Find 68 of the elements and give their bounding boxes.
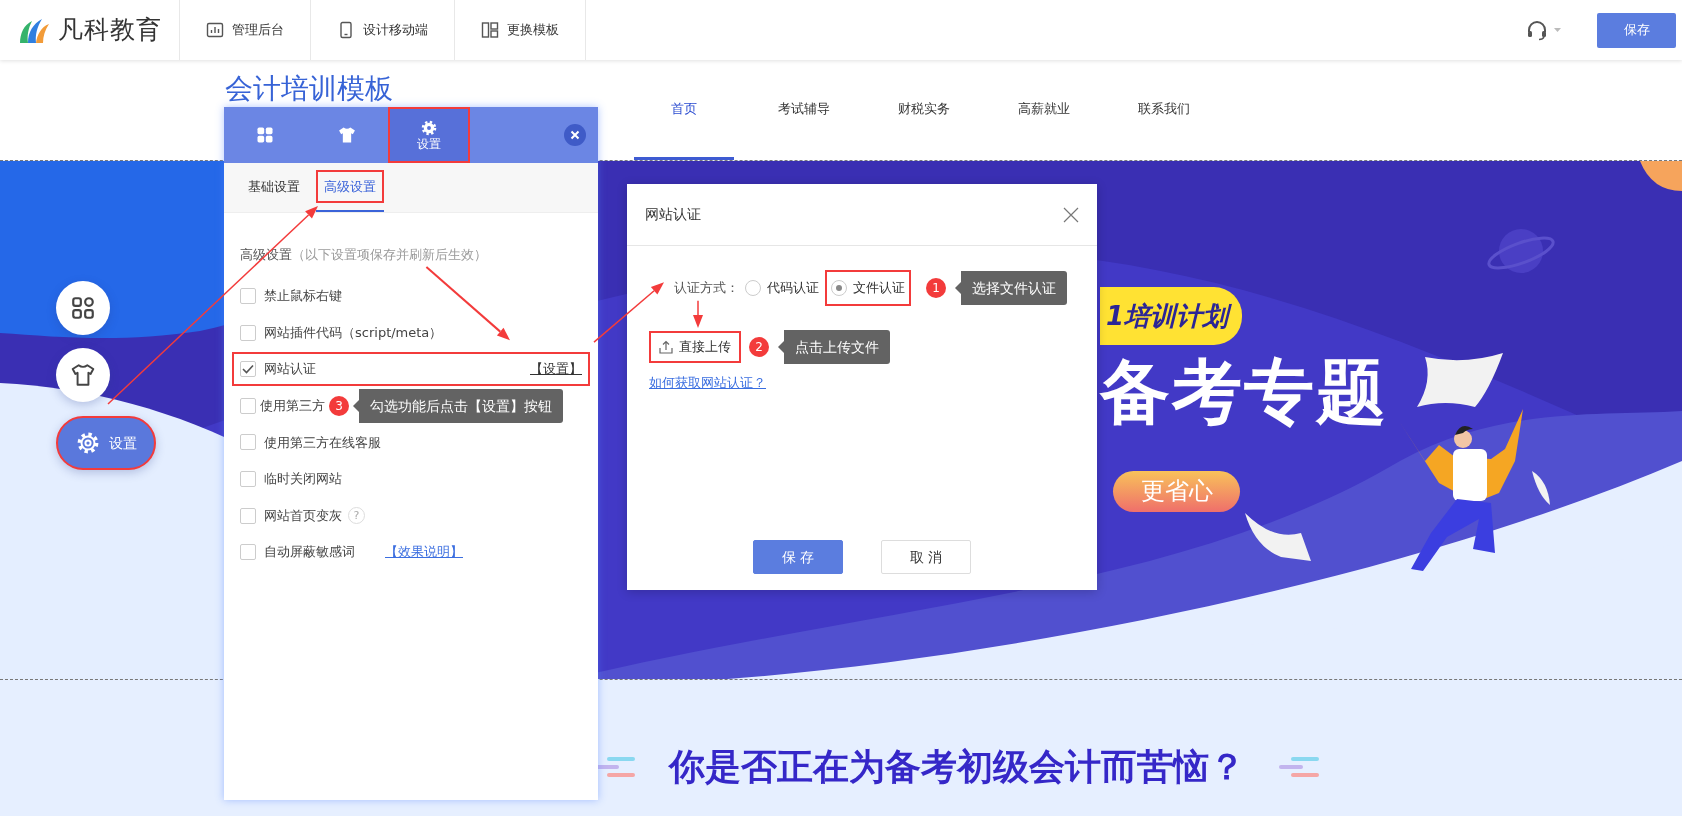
checkbox[interactable] <box>240 288 256 304</box>
radio-button[interactable] <box>745 280 761 296</box>
grid-icon <box>70 295 96 321</box>
site-title: 会计培训模板 <box>224 71 394 106</box>
gear-icon <box>420 118 438 137</box>
panel-tab[interactable]: 设置 <box>388 107 470 163</box>
close-icon[interactable] <box>564 124 586 146</box>
step-badge: 1 <box>926 278 946 298</box>
nav-tab[interactable]: 联系我们 <box>1114 60 1214 160</box>
tooltip: 选择文件认证 <box>955 271 1067 305</box>
option-label: 网站首页变灰 <box>264 506 342 525</box>
option-label: 禁止鼠标右键 <box>264 287 342 306</box>
option-label: 使用第三方 <box>260 397 325 416</box>
nav-tab[interactable]: 高薪就业 <box>994 60 1094 160</box>
nav-tab[interactable]: 考试辅导 <box>754 60 854 160</box>
radio-option[interactable]: 代码认证 <box>741 272 823 304</box>
paper-drawing <box>1530 471 1550 505</box>
checkbox[interactable] <box>240 361 256 378</box>
help-link[interactable]: 如何获取网站认证？ <box>649 373 766 393</box>
explanation-link[interactable]: 【效果说明】 <box>385 542 463 562</box>
settings-tab[interactable]: 基础设置 <box>240 170 308 204</box>
headset-icon[interactable] <box>1526 19 1548 41</box>
settings-tab[interactable]: 高级设置 <box>316 170 384 204</box>
shirt-icon <box>70 362 96 388</box>
banner-tagline: 1培训计划 <box>1100 287 1243 345</box>
annotation-arrow <box>693 300 703 328</box>
setup-link[interactable]: 【设置】 <box>530 359 582 379</box>
radio-option[interactable]: 文件认证 <box>827 272 909 304</box>
step-badge: 3 <box>329 395 349 416</box>
radio-button[interactable] <box>831 280 847 296</box>
checkbox[interactable] <box>240 324 256 341</box>
option-label: 网站认证 <box>264 360 316 379</box>
save-button[interactable]: 保 存 <box>753 540 843 574</box>
chart-icon <box>206 21 224 39</box>
banner-cta: 更省心 <box>1113 471 1240 512</box>
save-button[interactable]: 保存 <box>1597 12 1676 48</box>
tooltip: 点击上传文件 <box>778 330 890 364</box>
section-heading: 你是否正在为备考初级会计而苦恼？ <box>669 745 1245 789</box>
option-label: 网站插件代码（script/meta） <box>264 323 443 342</box>
field-label: 认证方式： <box>674 279 739 298</box>
checkbox[interactable] <box>240 434 256 451</box>
logo-text: 凡科教育 <box>58 14 162 47</box>
upload-button[interactable]: 直接上传 <box>649 331 741 363</box>
phone-icon <box>337 21 355 39</box>
option-label: 自动屏蔽敏感词 <box>264 543 355 562</box>
dialog-title: 网站认证 <box>645 205 701 224</box>
checkbox[interactable] <box>240 470 256 487</box>
option-label: 临时关闭网站 <box>264 470 342 489</box>
paper-drawing <box>1243 511 1311 563</box>
sun-drawing <box>1640 161 1682 191</box>
nav-tab[interactable]: 财税实务 <box>874 60 974 160</box>
shirt-icon <box>337 125 357 145</box>
checkbox[interactable] <box>240 507 256 524</box>
annotation-arrow <box>593 282 664 343</box>
grid-icon <box>255 125 275 145</box>
cancel-button[interactable]: 取 消 <box>881 540 971 574</box>
tooltip: 勾选功能后点击【设置】按钮 <box>353 388 563 423</box>
upload-icon <box>659 340 673 354</box>
layout-icon <box>481 21 499 39</box>
gear-icon <box>75 430 101 456</box>
banner-headline: 备考专题 <box>1100 350 1388 435</box>
checkbox[interactable] <box>240 397 256 414</box>
caret-icon <box>1554 28 1561 32</box>
step-badge: 2 <box>749 337 769 357</box>
close-icon[interactable] <box>1063 206 1079 223</box>
settings-button[interactable]: 设置 <box>56 416 156 470</box>
option-label: 使用第三方在线客服 <box>264 433 381 452</box>
checkbox[interactable] <box>240 544 256 561</box>
